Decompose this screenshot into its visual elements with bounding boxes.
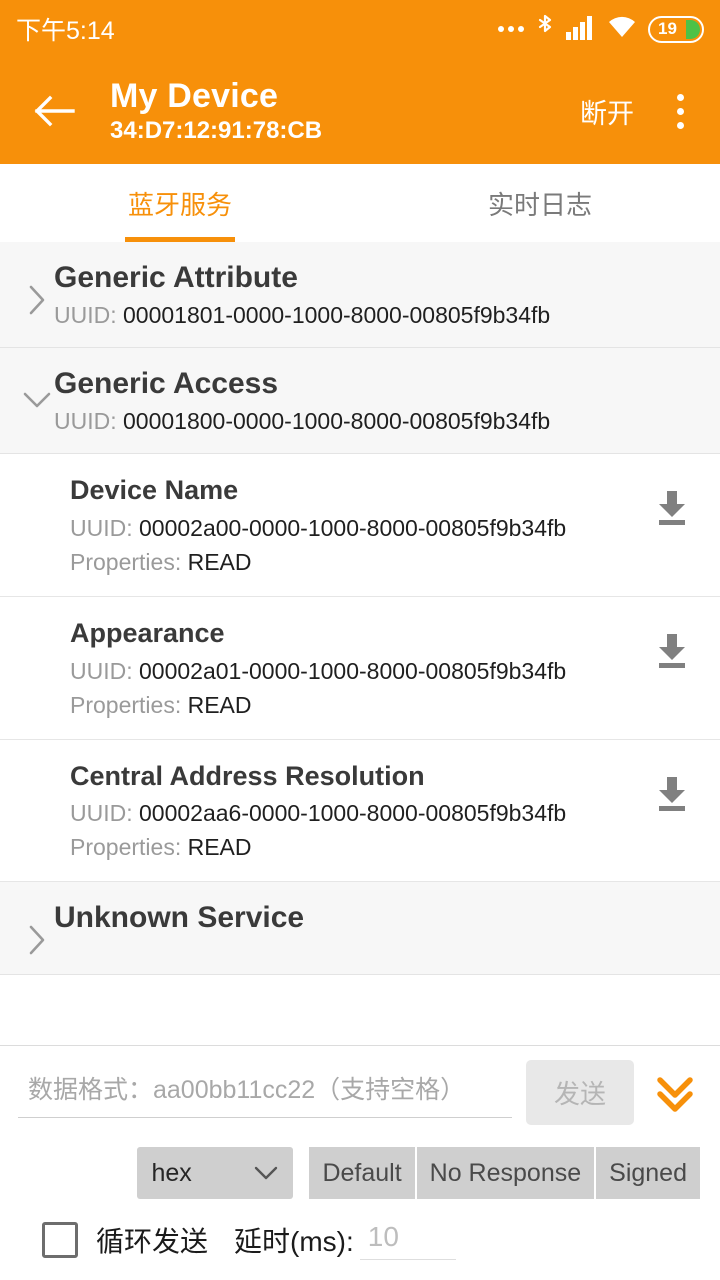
tab-bluetooth-services[interactable]: 蓝牙服务 [0,164,360,242]
download-icon[interactable] [644,766,700,822]
service-uuid-value: 00001801-0000-1000-8000-00805f9b34fb [123,302,551,328]
service-name: Generic Access [54,367,279,400]
properties-label: Properties: [70,691,182,718]
characteristic-properties-value: READ [187,691,252,718]
characteristic-row[interactable]: Appearance UUID: 00002a01-0000-1000-8000… [0,596,720,740]
write-mode-signed[interactable]: Signed [596,1147,700,1199]
characteristic-texts: Central Address Resolution UUID: 00002aa… [70,760,644,862]
overflow-menu-icon[interactable] [660,83,700,139]
app-bar: My Device 34:D7:12:91:78:CB 断开 [0,58,720,164]
status-bar: 下午5:14 19 [0,0,720,58]
loop-send-checkbox[interactable] [42,1221,78,1258]
characteristic-uuid-line: UUID: 00002a00-0000-1000-8000-00805f9b34… [70,515,644,542]
properties-label: Properties: [70,548,182,575]
send-row: 发送 [18,1060,702,1125]
characteristic-uuid-line: UUID: 00002aa6-0000-1000-8000-00805f9b34… [70,800,644,827]
more-dots-icon [498,26,524,32]
double-chevron-down-icon[interactable] [648,1066,702,1120]
delay-input[interactable] [359,1219,456,1260]
write-mode-no-response[interactable]: No Response [416,1147,595,1199]
tab-realtime-log[interactable]: 实时日志 [360,164,720,242]
characteristic-row[interactable]: Device Name UUID: 00002a00-0000-1000-800… [0,454,720,597]
data-input[interactable] [18,1067,512,1118]
data-format-value: hex [151,1158,192,1187]
cellular-signal-icon [566,14,596,45]
battery-icon: 19 [648,15,704,43]
write-mode-group: Default No Response Signed [309,1147,700,1199]
uuid-label: UUID: [70,657,133,684]
service-uuid-line: UUID: 00001800-0000-1000-8000-00805f9b34… [54,408,700,435]
write-panel: 发送 hex Default No Response Signed 循环发送 延… [0,1045,720,1280]
app-bar-actions: 断开 [580,83,700,139]
delay-label: 延时(ms): [234,1225,354,1257]
service-row-generic-access[interactable]: Generic Access UUID: 00001800-0000-1000-… [0,348,720,454]
service-uuid-value: 00001800-0000-1000-8000-00805f9b34fb [123,408,551,434]
characteristic-properties-line: Properties: READ [70,834,644,861]
tab-bar: 蓝牙服务 实时日志 [0,164,720,242]
loop-send-label: 循环发送 [96,1225,209,1257]
uuid-label: UUID: [70,514,133,541]
send-button[interactable]: 发送 [526,1060,634,1125]
battery-fill [686,19,700,39]
back-arrow-icon [34,95,75,127]
properties-label: Properties: [70,834,182,861]
characteristic-texts: Appearance UUID: 00002a01-0000-1000-8000… [70,617,644,719]
service-row-unknown-service[interactable]: Unknown Service [0,882,720,976]
characteristic-name: Appearance [70,617,225,648]
chevron-right-icon [20,258,54,316]
chevron-down-icon [253,1159,279,1188]
service-name: Unknown Service [54,901,305,935]
loop-send-row: 循环发送 延时(ms): [18,1219,702,1280]
download-icon[interactable] [644,480,700,536]
write-mode-default[interactable]: Default [309,1147,415,1199]
characteristic-row[interactable]: Central Address Resolution UUID: 00002aa… [0,739,720,883]
write-options-row: hex Default No Response Signed [18,1147,702,1199]
characteristic-properties-value: READ [187,548,252,575]
characteristic-uuid-line: UUID: 00002a01-0000-1000-8000-00805f9b34… [70,658,644,685]
page-title: My Device [110,76,279,115]
characteristic-uuid-value: 00002aa6-0000-1000-8000-00805f9b34fb [139,800,567,827]
service-list: Generic Attribute UUID: 00001801-0000-10… [0,242,720,976]
back-button[interactable] [26,83,82,139]
status-icons: 19 [498,13,704,46]
wifi-icon [607,14,637,45]
data-format-select[interactable]: hex [137,1147,294,1199]
status-time: 下午5:14 [16,17,115,45]
service-uuid-line: UUID: 00001801-0000-1000-8000-00805f9b34… [54,302,700,329]
service-texts: Unknown Service [54,898,700,937]
characteristic-properties-value: READ [187,834,252,861]
service-texts: Generic Attribute UUID: 00001801-0000-10… [54,258,700,329]
disconnect-button[interactable]: 断开 [580,92,634,131]
battery-level: 19 [658,19,677,38]
bluetooth-icon [535,13,555,46]
characteristic-texts: Device Name UUID: 00002a00-0000-1000-800… [70,474,644,576]
download-icon[interactable] [644,623,700,679]
characteristic-properties-line: Properties: READ [70,549,644,576]
characteristic-uuid-value: 00002a00-0000-1000-8000-00805f9b34fb [139,514,567,541]
characteristic-uuid-value: 00002a01-0000-1000-8000-00805f9b34fb [139,657,567,684]
uuid-label: UUID: [54,302,117,328]
service-texts: Generic Access UUID: 00001800-0000-1000-… [54,364,700,435]
characteristic-name: Central Address Resolution [70,760,425,791]
device-mac-address: 34:D7:12:91:78:CB [110,116,323,144]
characteristic-name: Device Name [70,475,239,505]
device-titles: My Device 34:D7:12:91:78:CB [110,77,322,146]
uuid-label: UUID: [70,800,133,827]
chevron-down-icon [20,364,54,410]
characteristic-properties-line: Properties: READ [70,692,644,719]
service-row-generic-attribute[interactable]: Generic Attribute UUID: 00001801-0000-10… [0,242,720,348]
chevron-right-icon [20,898,54,956]
uuid-label: UUID: [54,408,117,434]
service-name: Generic Attribute [54,261,298,294]
